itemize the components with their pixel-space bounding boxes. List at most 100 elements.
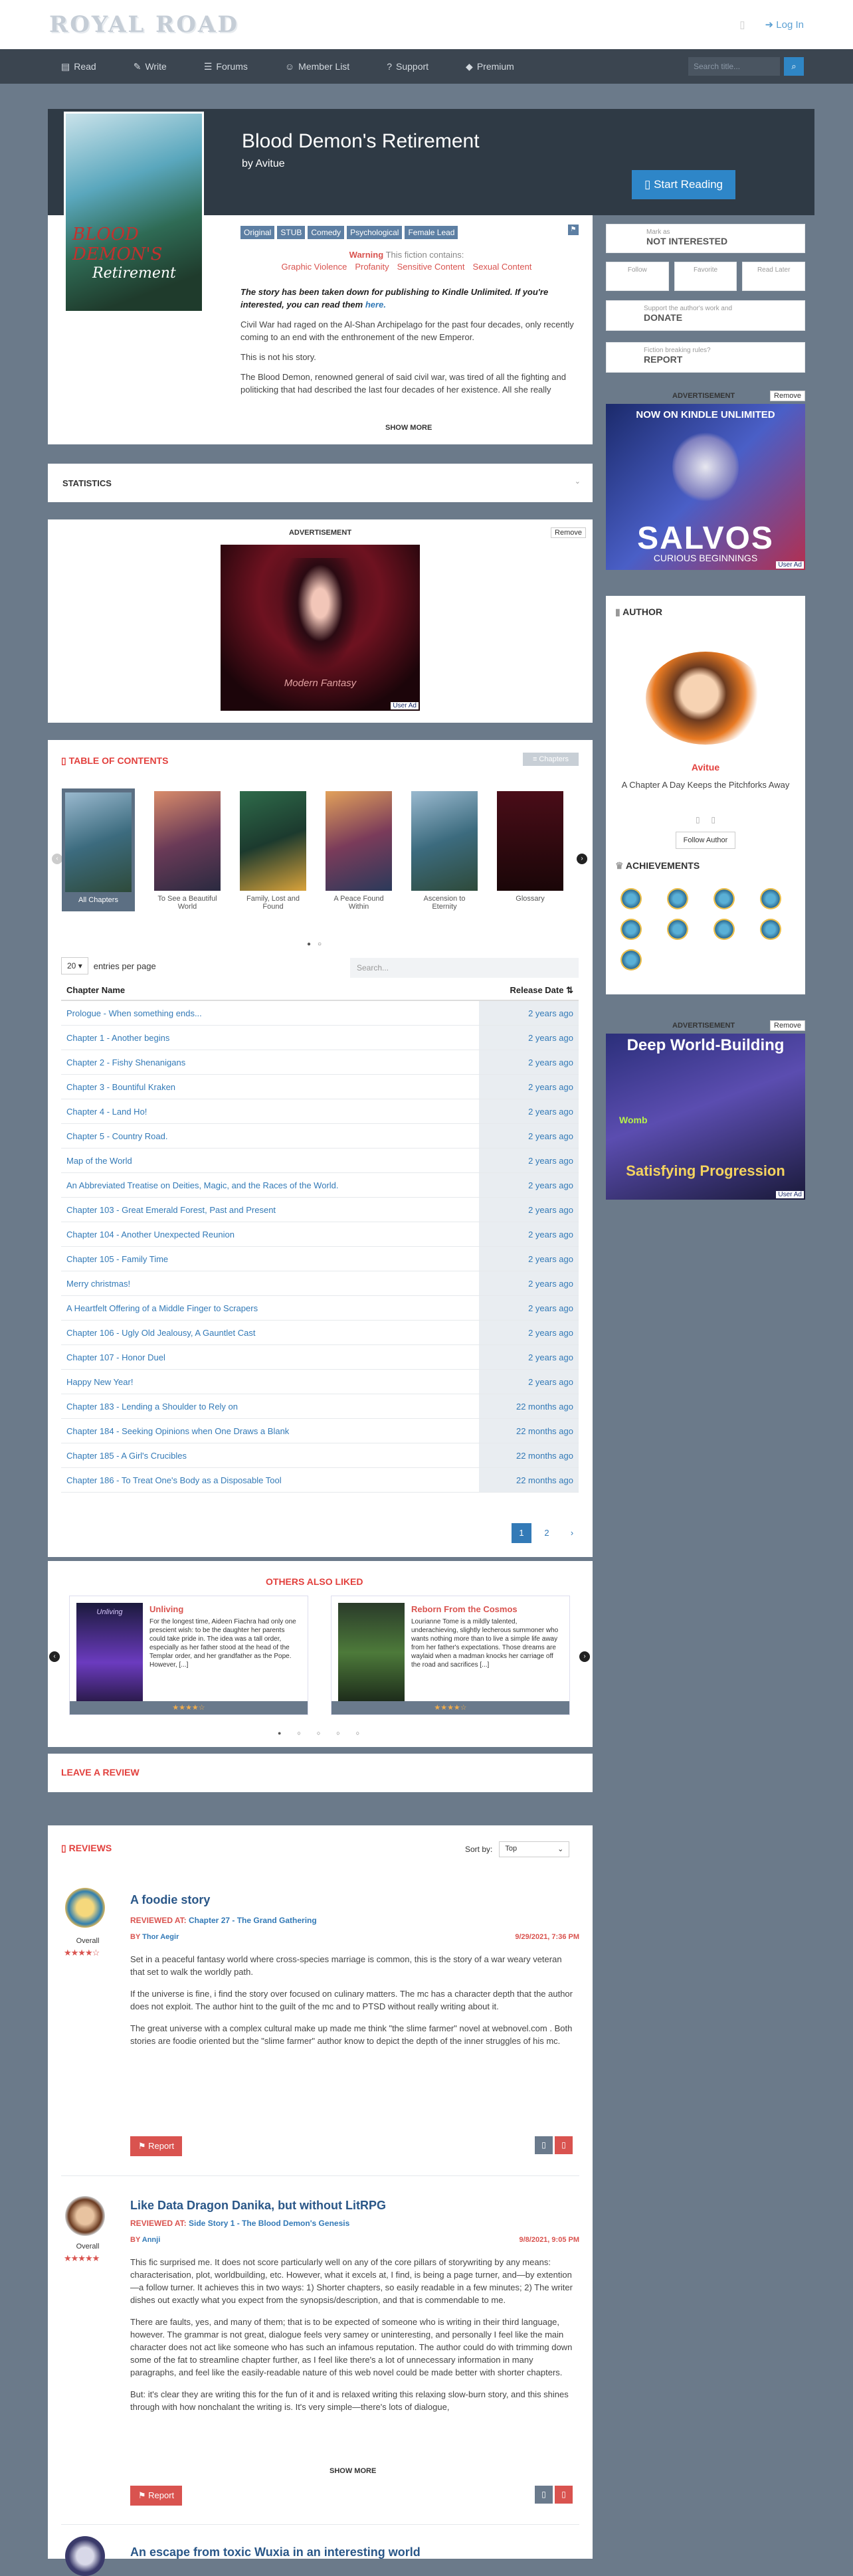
chapter-row[interactable]: Chapter 184 - Seeking Opinions when One … [61, 1419, 579, 1443]
achievement-icon[interactable] [620, 919, 642, 940]
tag[interactable]: Female Lead [405, 226, 458, 239]
reviewer-link[interactable]: Annji [142, 2236, 161, 2244]
carousel-prev-icon[interactable]: ‹ [49, 1651, 60, 1662]
chapter-link[interactable]: Chapter 103 - Great Emerald Forest, Past… [61, 1205, 276, 1215]
chapter-row[interactable]: Chapter 104 - Another Unexpected Reunion… [61, 1222, 579, 1247]
nav-forums[interactable]: ☰ Forums [192, 61, 260, 72]
chapter-link[interactable]: Happy New Year! [61, 1377, 133, 1387]
report-button[interactable]: ⚑ Report [130, 2136, 182, 2156]
toc-search-input[interactable]: Search... [350, 958, 579, 978]
review-chapter-link[interactable]: Chapter 27 - The Grand Gathering [189, 1916, 317, 1925]
chapter-row[interactable]: Chapter 1 - Another begins 2 years ago [61, 1026, 579, 1050]
show-more-button[interactable]: SHOW MORE [330, 2467, 376, 2475]
chapter-link[interactable]: Merry christmas! [61, 1279, 130, 1289]
remove-ad-button[interactable]: Remove [770, 391, 805, 401]
chapter-link[interactable]: Chapter 106 - Ugly Old Jealousy, A Gaunt… [61, 1328, 255, 1338]
show-more-button[interactable]: SHOW MORE [385, 424, 432, 432]
report-box[interactable]: Fiction breaking rules? REPORT [606, 342, 805, 373]
search-button[interactable]: ⌕ [784, 57, 804, 76]
statistics-panel[interactable]: STATISTICS ⌄ [48, 464, 593, 502]
next-page-button[interactable]: › [562, 1523, 582, 1543]
tag[interactable]: STUB [277, 226, 306, 239]
volume-item[interactable]: A Peace Found Within [326, 791, 392, 911]
ad-image[interactable]: NOW ON KINDLE UNLIMITED SALVOS CURIOUS B… [606, 404, 805, 570]
chapter-row[interactable]: Prologue - When something ends... 2 years… [61, 1001, 579, 1026]
achievement-icon[interactable] [620, 949, 642, 970]
search-input[interactable]: Search title... [688, 57, 780, 76]
follow-author-button[interactable]: Follow Author [676, 832, 735, 849]
reviewer-avatar[interactable] [65, 2196, 105, 2236]
chapter-row[interactable]: Chapter 4 - Land Ho! 2 years ago [61, 1099, 579, 1124]
nav-premium[interactable]: ◆ Premium [454, 61, 526, 72]
chapter-row[interactable]: Chapter 3 - Bountiful Kraken 2 years ago [61, 1075, 579, 1099]
reviewer-avatar[interactable] [65, 1888, 105, 1928]
chapter-link[interactable]: A Heartfelt Offering of a Middle Finger … [61, 1303, 258, 1313]
flag-icon[interactable]: ⚑ [568, 225, 579, 235]
site-logo[interactable]: ROYAL ROAD [49, 11, 239, 38]
nav-support[interactable]: ? Support [375, 61, 440, 72]
recommendation-card[interactable]: Reborn From the Cosmos Lourianne Tome is… [331, 1596, 570, 1715]
page-button[interactable]: 1 [512, 1523, 531, 1543]
chapter-link[interactable]: Chapter 184 - Seeking Opinions when One … [61, 1426, 289, 1436]
chapter-link[interactable]: Chapter 2 - Fishy Shenanigans [61, 1058, 185, 1067]
carousel-next-icon[interactable]: › [579, 1651, 590, 1662]
sort-select[interactable]: Top ⌄ [499, 1841, 570, 1857]
read-later-button[interactable]: Read Later [742, 262, 806, 291]
carousel-next-icon[interactable]: › [577, 854, 587, 864]
nav-write[interactable]: ✎ Write [122, 61, 179, 72]
ad-image[interactable]: Deep World-Building Womb Satisfying Prog… [606, 1034, 805, 1200]
chapter-link[interactable]: Chapter 185 - A Girl's Crucibles [61, 1451, 187, 1461]
chevron-down-icon[interactable]: ⌄ [575, 477, 581, 486]
chapter-link[interactable]: Chapter 104 - Another Unexpected Reunion [61, 1230, 235, 1240]
achievement-icon[interactable] [667, 888, 688, 909]
mark-as-box[interactable]: Mark as NOT INTERESTED [606, 224, 805, 253]
achievement-icon[interactable] [760, 888, 781, 909]
downvote-button[interactable]: ▯ [555, 2486, 573, 2504]
chapter-row[interactable]: Chapter 103 - Great Emerald Forest, Past… [61, 1198, 579, 1222]
start-reading-button[interactable]: ▯ Start Reading [632, 170, 735, 199]
achievement-icon[interactable] [760, 919, 781, 940]
nav-read[interactable]: ▤ Read [49, 61, 108, 72]
chapter-link[interactable]: Chapter 186 - To Treat One's Body as a D… [61, 1475, 282, 1485]
upvote-button[interactable]: ▯ [535, 2136, 553, 2154]
chapter-link[interactable]: Chapter 107 - Honor Duel [61, 1352, 165, 1362]
chapter-link[interactable]: Chapter 183 - Lending a Shoulder to Rely… [61, 1402, 238, 1412]
nav-member-list[interactable]: ☺ Member List [273, 61, 361, 72]
remove-ad-button[interactable]: Remove [770, 1020, 805, 1031]
login-link[interactable]: ➜ Log In [765, 19, 804, 31]
chapter-row[interactable]: Chapter 5 - Country Road. 2 years ago [61, 1124, 579, 1149]
achievement-icon[interactable] [667, 919, 688, 940]
chapter-row[interactable]: Chapter 105 - Family Time 2 years ago [61, 1247, 579, 1271]
recommendation-card[interactable]: Unliving Unliving For the longest time, … [69, 1596, 308, 1715]
page-button[interactable]: 2 [537, 1523, 557, 1543]
upvote-button[interactable]: ▯ [535, 2486, 553, 2504]
chapter-link[interactable]: An Abbreviated Treatise on Deities, Magi… [61, 1180, 338, 1190]
tag[interactable]: Original [240, 226, 275, 239]
volume-item[interactable]: Glossary [497, 791, 563, 911]
chapter-row[interactable]: An Abbreviated Treatise on Deities, Magi… [61, 1173, 579, 1198]
chapter-row[interactable]: Map of the World 2 years ago [61, 1149, 579, 1173]
volume-item[interactable]: Family, Lost and Found [240, 791, 306, 911]
kindle-link[interactable]: here. [365, 300, 386, 310]
volume-item[interactable]: To See a Beautiful World [154, 791, 221, 911]
volume-item[interactable]: Ascension to Eternity [411, 791, 478, 911]
chapter-row[interactable]: Merry christmas! 2 years ago [61, 1271, 579, 1296]
chapters-toggle-button[interactable]: ≡ Chapters [523, 753, 579, 766]
release-date-header[interactable]: Release Date ⇅ [510, 985, 573, 996]
chapter-link[interactable]: Chapter 3 - Bountiful Kraken [61, 1082, 175, 1092]
ad-image[interactable]: Modern Fantasy User Ad [221, 545, 420, 711]
chapter-row[interactable]: Chapter 183 - Lending a Shoulder to Rely… [61, 1394, 579, 1419]
notification-icon[interactable]: ▯ [739, 19, 745, 31]
chapter-link[interactable]: Chapter 5 - Country Road. [61, 1131, 167, 1141]
carousel-prev-icon[interactable]: ‹ [52, 854, 62, 864]
favorite-button[interactable]: Favorite [674, 262, 737, 291]
chapter-row[interactable]: Chapter 2 - Fishy Shenanigans 2 years ago [61, 1050, 579, 1075]
volume-item[interactable]: All Chapters [62, 788, 135, 911]
chapter-row[interactable]: Happy New Year! 2 years ago [61, 1370, 579, 1394]
donate-box[interactable]: Support the author's work and DONATE [606, 300, 805, 331]
author-avatar[interactable] [646, 652, 765, 745]
achievement-icon[interactable] [713, 888, 735, 909]
chapter-row[interactable]: Chapter 107 - Honor Duel 2 years ago [61, 1345, 579, 1370]
chapter-row[interactable]: Chapter 185 - A Girl's Crucibles 22 month… [61, 1443, 579, 1468]
chapter-row[interactable]: A Heartfelt Offering of a Middle Finger … [61, 1296, 579, 1321]
